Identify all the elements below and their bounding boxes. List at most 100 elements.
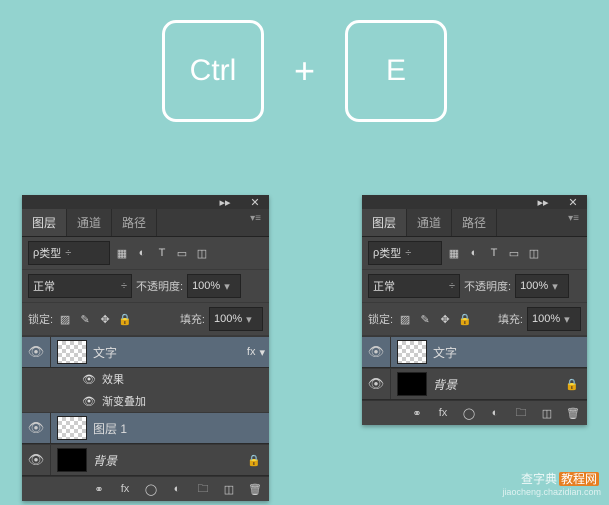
layers-panel-before: ▸▸ ✕ 图层 通道 路径 ▾≡ ρ 类型÷ ▦ ◐ T ▭ ◫ 正常÷ 不透明…	[22, 195, 269, 501]
tab-layers[interactable]: 图层	[362, 209, 407, 236]
layer-background[interactable]: 👁 背景 🔒	[362, 368, 587, 400]
link-icon[interactable]: ⚭	[91, 481, 107, 497]
lock-pos-icon[interactable]: ✥	[97, 311, 113, 327]
layer-name[interactable]: 文字	[433, 344, 587, 361]
adjust-icon[interactable]: ◐	[487, 405, 503, 421]
panel-bottom: ⚭ fx ◯ ◐ 🗀 ◫ 🗑	[362, 400, 587, 425]
visibility-icon[interactable]: 👁	[22, 337, 51, 367]
visibility-icon[interactable]: 👁	[362, 337, 391, 367]
fx-toggle-icon[interactable]: ▾	[259, 346, 265, 359]
panel-topbar: ▸▸ ✕	[362, 195, 587, 209]
filter-kind-select[interactable]: ρ 类型÷	[368, 241, 442, 265]
tab-layers[interactable]: 图层	[22, 209, 67, 236]
layer-text[interactable]: 👁 文字	[362, 336, 587, 368]
key-e: E	[345, 20, 447, 122]
fill-label: 填充:	[180, 311, 205, 327]
lock-icon: 🔒	[565, 378, 579, 391]
layers-panel-after: ▸▸ ✕ 图层 通道 路径 ▾≡ ρ 类型÷ ▦ ◐ T ▭ ◫ 正常÷ 不透明…	[362, 195, 587, 425]
panel-tabs: 图层 通道 路径 ▾≡	[22, 209, 269, 237]
tab-paths[interactable]: 路径	[112, 209, 157, 236]
layer-thumb	[57, 448, 87, 472]
panel-menu-icon[interactable]: ▾≡	[242, 209, 269, 236]
fill-input[interactable]: 100%▾	[527, 307, 581, 331]
filter-smart-icon[interactable]: ◫	[526, 245, 542, 261]
fx-effects-label: 效果	[102, 371, 124, 387]
trash-icon[interactable]: 🗑	[565, 405, 581, 421]
fill-label: 填充:	[498, 311, 523, 327]
layer-name[interactable]: 背景	[433, 376, 565, 393]
lock-trans-icon[interactable]: ▨	[397, 311, 413, 327]
layer-thumb	[397, 372, 427, 396]
visibility-icon[interactable]: 👁	[82, 373, 96, 386]
visibility-icon[interactable]: 👁	[22, 413, 51, 443]
group-icon[interactable]: 🗀	[513, 405, 529, 421]
collapse-icon[interactable]: ▸▸	[535, 194, 551, 210]
fill-input[interactable]: 100%▾	[209, 307, 263, 331]
filter-adjust-icon[interactable]: ◐	[466, 245, 482, 261]
fx-icon[interactable]: fx	[435, 405, 451, 421]
new-layer-icon[interactable]: ◫	[221, 481, 237, 497]
filter-shape-icon[interactable]: ▭	[506, 245, 522, 261]
filter-type-icon[interactable]: T	[154, 245, 170, 261]
lock-trans-icon[interactable]: ▨	[57, 311, 73, 327]
fx-badge[interactable]: fx	[247, 346, 256, 358]
lock-label: 锁定:	[28, 311, 53, 327]
lock-row: 锁定: ▨ ✎ ✥ 🔒 填充: 100%▾	[22, 303, 269, 336]
filter-adjust-icon[interactable]: ◐	[134, 245, 150, 261]
plus-icon: +	[294, 50, 315, 92]
filter-type-icon[interactable]: T	[486, 245, 502, 261]
visibility-icon[interactable]: 👁	[82, 395, 96, 408]
fx-effects-row[interactable]: 👁 效果	[22, 368, 269, 390]
mask-icon[interactable]: ◯	[143, 481, 159, 497]
panel-menu-icon[interactable]: ▾≡	[560, 209, 587, 236]
tab-channels[interactable]: 通道	[67, 209, 112, 236]
lock-all-icon[interactable]: 🔒	[117, 311, 133, 327]
panel-topbar: ▸▸ ✕	[22, 195, 269, 209]
trash-icon[interactable]: 🗑	[247, 481, 263, 497]
visibility-icon[interactable]: 👁	[362, 369, 391, 399]
fx-gradient-label: 渐变叠加	[102, 393, 146, 409]
lock-paint-icon[interactable]: ✎	[417, 311, 433, 327]
fx-gradient-row[interactable]: 👁 渐变叠加	[22, 390, 269, 412]
blend-mode-select[interactable]: 正常÷	[368, 274, 460, 298]
group-icon[interactable]: 🗀	[195, 481, 211, 497]
visibility-icon[interactable]: 👁	[22, 445, 51, 475]
layer-background[interactable]: 👁 背景 🔒	[22, 444, 269, 476]
lock-icon: 🔒	[247, 454, 261, 467]
blend-mode-select[interactable]: 正常÷	[28, 274, 132, 298]
layer-thumb	[397, 340, 427, 364]
filter-shape-icon[interactable]: ▭	[174, 245, 190, 261]
panel-bottom: ⚭ fx ◯ ◐ 🗀 ◫ 🗑	[22, 476, 269, 501]
close-icon[interactable]: ✕	[247, 194, 263, 210]
key-ctrl: Ctrl	[162, 20, 264, 122]
lock-pos-icon[interactable]: ✥	[437, 311, 453, 327]
lock-all-icon[interactable]: 🔒	[457, 311, 473, 327]
opacity-label: 不透明度:	[464, 278, 511, 294]
layer-layer1[interactable]: 👁 图层 1	[22, 412, 269, 444]
fx-icon[interactable]: fx	[117, 481, 133, 497]
layer-name[interactable]: 文字	[93, 344, 247, 361]
opacity-input[interactable]: 100%▾	[187, 274, 241, 298]
new-layer-icon[interactable]: ◫	[539, 405, 555, 421]
collapse-icon[interactable]: ▸▸	[217, 194, 233, 210]
layer-name[interactable]: 背景	[93, 452, 247, 469]
link-icon[interactable]: ⚭	[409, 405, 425, 421]
layer-text[interactable]: 👁 文字 fx ▾	[22, 336, 269, 368]
filter-pixel-icon[interactable]: ▦	[446, 245, 462, 261]
filter-pixel-icon[interactable]: ▦	[114, 245, 130, 261]
filter-smart-icon[interactable]: ◫	[194, 245, 210, 261]
filter-kind-select[interactable]: ρ 类型÷	[28, 241, 110, 265]
opacity-input[interactable]: 100%▾	[515, 274, 569, 298]
tab-channels[interactable]: 通道	[407, 209, 452, 236]
layer-name[interactable]: 图层 1	[93, 420, 269, 437]
filter-row: ρ 类型÷ ▦ ◐ T ▭ ◫	[22, 237, 269, 270]
tab-paths[interactable]: 路径	[452, 209, 497, 236]
lock-paint-icon[interactable]: ✎	[77, 311, 93, 327]
close-icon[interactable]: ✕	[565, 194, 581, 210]
panel-tabs: 图层 通道 路径 ▾≡	[362, 209, 587, 237]
lock-label: 锁定:	[368, 311, 393, 327]
blend-row: 正常÷ 不透明度: 100%▾	[362, 270, 587, 303]
mask-icon[interactable]: ◯	[461, 405, 477, 421]
filter-row: ρ 类型÷ ▦ ◐ T ▭ ◫	[362, 237, 587, 270]
adjust-icon[interactable]: ◐	[169, 481, 185, 497]
